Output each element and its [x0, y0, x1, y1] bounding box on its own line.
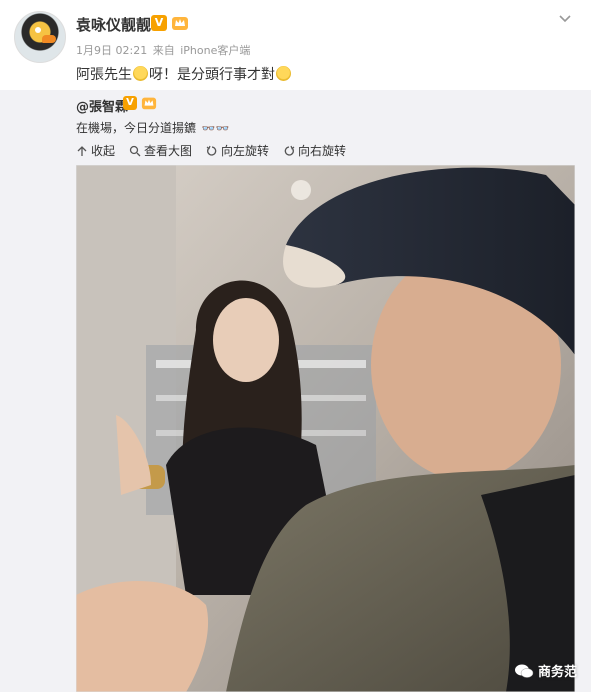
avatar-eye: [35, 27, 41, 33]
post-date[interactable]: 1月9日 02:21: [76, 44, 147, 57]
repost-text-content: 在機場，今日分道揚鑣: [76, 121, 197, 135]
repost-verified-badge-icon: V: [123, 96, 137, 110]
source-client[interactable]: iPhone客户端: [180, 44, 250, 57]
post-text-part2: 呀！是分頭行事才對: [149, 67, 275, 83]
post-text: 阿張先生 呀！是分頭行事才對: [76, 64, 292, 84]
rotate-left-button[interactable]: 向左旋转: [206, 142, 269, 159]
view-large-label: 查看大图: [144, 144, 193, 158]
user-avatar[interactable]: [14, 11, 66, 63]
crown-icon: [172, 17, 188, 30]
repost-text: 在機場，今日分道揚鑣 👓👓: [76, 119, 229, 136]
view-large-button[interactable]: 查看大图: [129, 142, 192, 159]
weibo-post: 袁咏仪靓靓 V 1月9日 02:21 来自 iPhone客户端 阿張先生 呀！是分…: [0, 0, 591, 692]
rotate-left-icon: [206, 145, 217, 156]
chevron-down-icon[interactable]: [557, 10, 573, 26]
selfie-photo[interactable]: [76, 165, 575, 692]
avatar-beak: [42, 35, 56, 43]
glasses-emoji-icon: 👓👓: [201, 122, 230, 135]
reposted-content: @張智霖 V 在機場，今日分道揚鑣 👓👓 收起 查看大图 向左旋转 向右旋转 商…: [0, 90, 591, 692]
watermark: 商务范: [514, 661, 577, 680]
verified-badge-icon: V: [151, 15, 167, 31]
collapse-label: 收起: [91, 144, 116, 158]
wink-emoji-icon: [276, 66, 291, 81]
source-prefix: 来自: [152, 44, 175, 57]
post-meta: 1月9日 02:21 来自 iPhone客户端: [76, 42, 252, 58]
watermark-label: 商务范: [537, 665, 577, 680]
repost-author-link[interactable]: @張智霖: [76, 96, 128, 115]
wechat-icon: [514, 664, 534, 678]
photo-actions: 收起 查看大图 向左旋转 向右旋转: [76, 142, 360, 159]
collapse-up-icon: [77, 145, 87, 156]
smile-emoji-icon: [133, 66, 148, 81]
username-link[interactable]: 袁咏仪靓靓: [76, 14, 151, 35]
rotate-right-button[interactable]: 向右旋转: [283, 142, 346, 159]
rotate-left-label: 向左旋转: [221, 144, 270, 158]
repost-crown-icon: [141, 97, 157, 110]
rotate-right-icon: [284, 145, 295, 156]
zoom-in-icon: [129, 145, 141, 156]
rotate-right-label: 向右旋转: [298, 144, 347, 158]
collapse-button[interactable]: 收起: [76, 142, 115, 159]
post-text-part1: 阿張先生: [76, 67, 132, 83]
